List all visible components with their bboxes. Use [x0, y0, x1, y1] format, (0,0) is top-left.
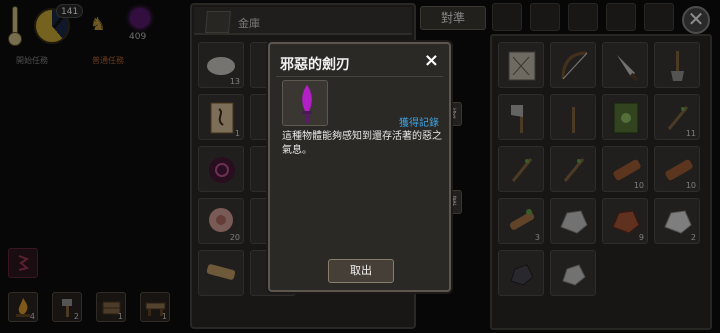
take-out-button[interactable]: 取出 — [328, 259, 394, 283]
evil-blade-icon — [302, 85, 312, 123]
item-name: 邪惡的劍刃 — [280, 57, 350, 73]
item-detail-dialog: 邪惡的劍刃 × 獲得記錄 這種物體能夠感知到還存活著的惡之氣息。 取出 — [268, 42, 451, 292]
item-description: 這種物體能夠感知到還存活著的惡之氣息。 — [282, 131, 442, 156]
dialog-close-button[interactable]: × — [424, 50, 439, 71]
divider — [276, 76, 443, 77]
item-preview — [282, 80, 328, 126]
acquire-record-link[interactable]: 獲得記錄 — [399, 114, 439, 129]
